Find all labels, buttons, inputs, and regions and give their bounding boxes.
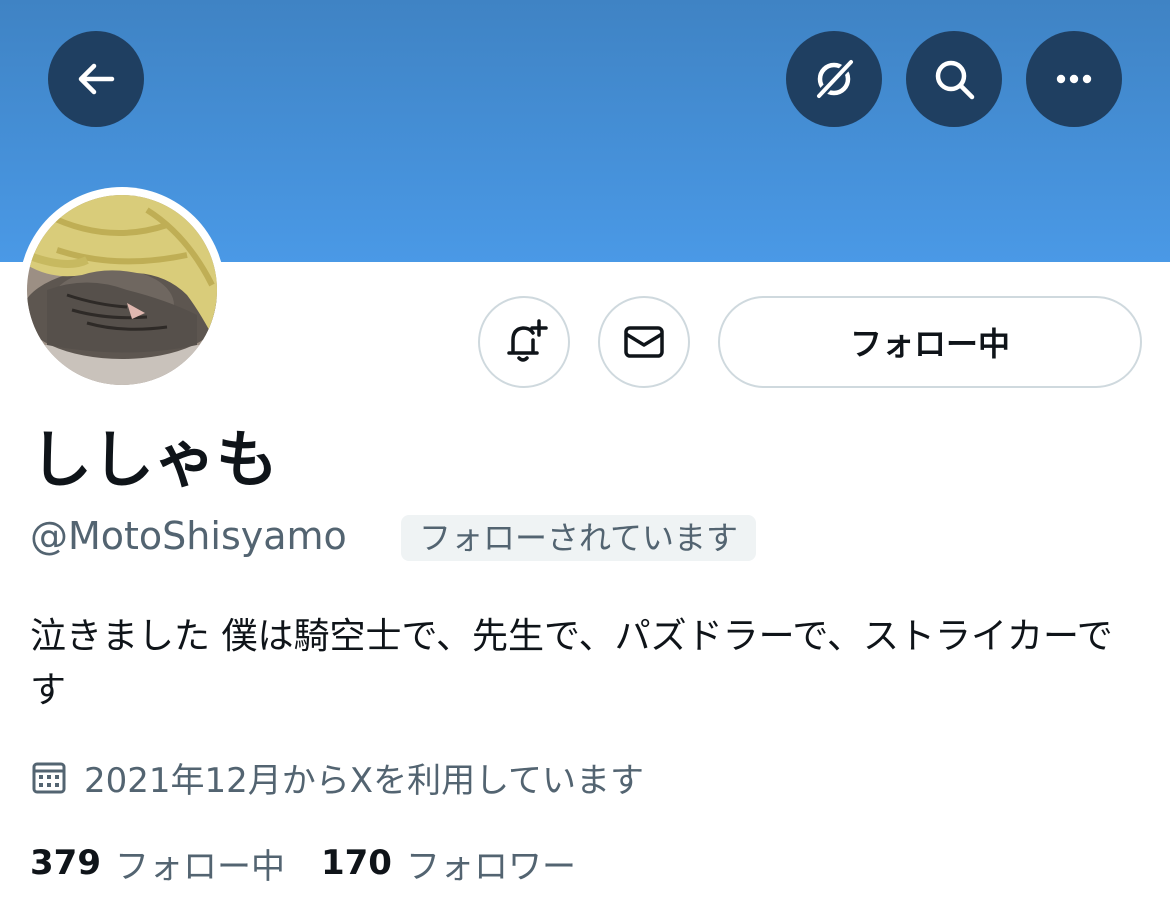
following-button-label: フォロー中 <box>849 325 1010 363</box>
following-button[interactable]: フォロー中 <box>718 296 1142 388</box>
more-button[interactable] <box>1026 31 1122 127</box>
search-button[interactable] <box>906 31 1002 127</box>
follow-stats: 379 フォロー中 170 フォロワー <box>30 838 576 888</box>
profile-bio: 泣きました 僕は騎空士で、先生で、パズドラーで、ストライカーです <box>30 616 1113 711</box>
followers-count: 170 <box>320 843 392 883</box>
followers-label: フォロワー <box>405 846 576 887</box>
more-horizontal-icon <box>1056 74 1092 84</box>
following-label: フォロー中 <box>114 846 285 887</box>
notify-button[interactable] <box>478 296 570 388</box>
back-button[interactable] <box>48 31 144 127</box>
calendar-icon <box>32 762 66 794</box>
followers-stat[interactable]: 170 フォロワー <box>321 839 576 888</box>
search-icon <box>935 60 975 100</box>
arrow-left-icon <box>78 63 115 95</box>
display-name: ししゃも <box>30 423 279 496</box>
join-date-row: 2021年12月からXを利用しています <box>30 752 644 802</box>
username-handle: @MotoShisyamo <box>30 514 347 558</box>
grok-button[interactable] <box>786 31 882 127</box>
following-count: 379 <box>30 843 101 883</box>
mail-icon <box>624 326 664 358</box>
cat-photo <box>27 195 217 385</box>
follows-you-badge: フォローされています <box>401 515 757 561</box>
join-date-text: 2021年12月からXを利用しています <box>84 760 645 801</box>
slashed-circle-icon <box>813 56 857 102</box>
following-stat[interactable]: 379 フォロー中 <box>30 839 285 888</box>
message-button[interactable] <box>598 296 690 388</box>
avatar[interactable] <box>27 195 217 385</box>
bell-plus-icon <box>507 319 548 362</box>
